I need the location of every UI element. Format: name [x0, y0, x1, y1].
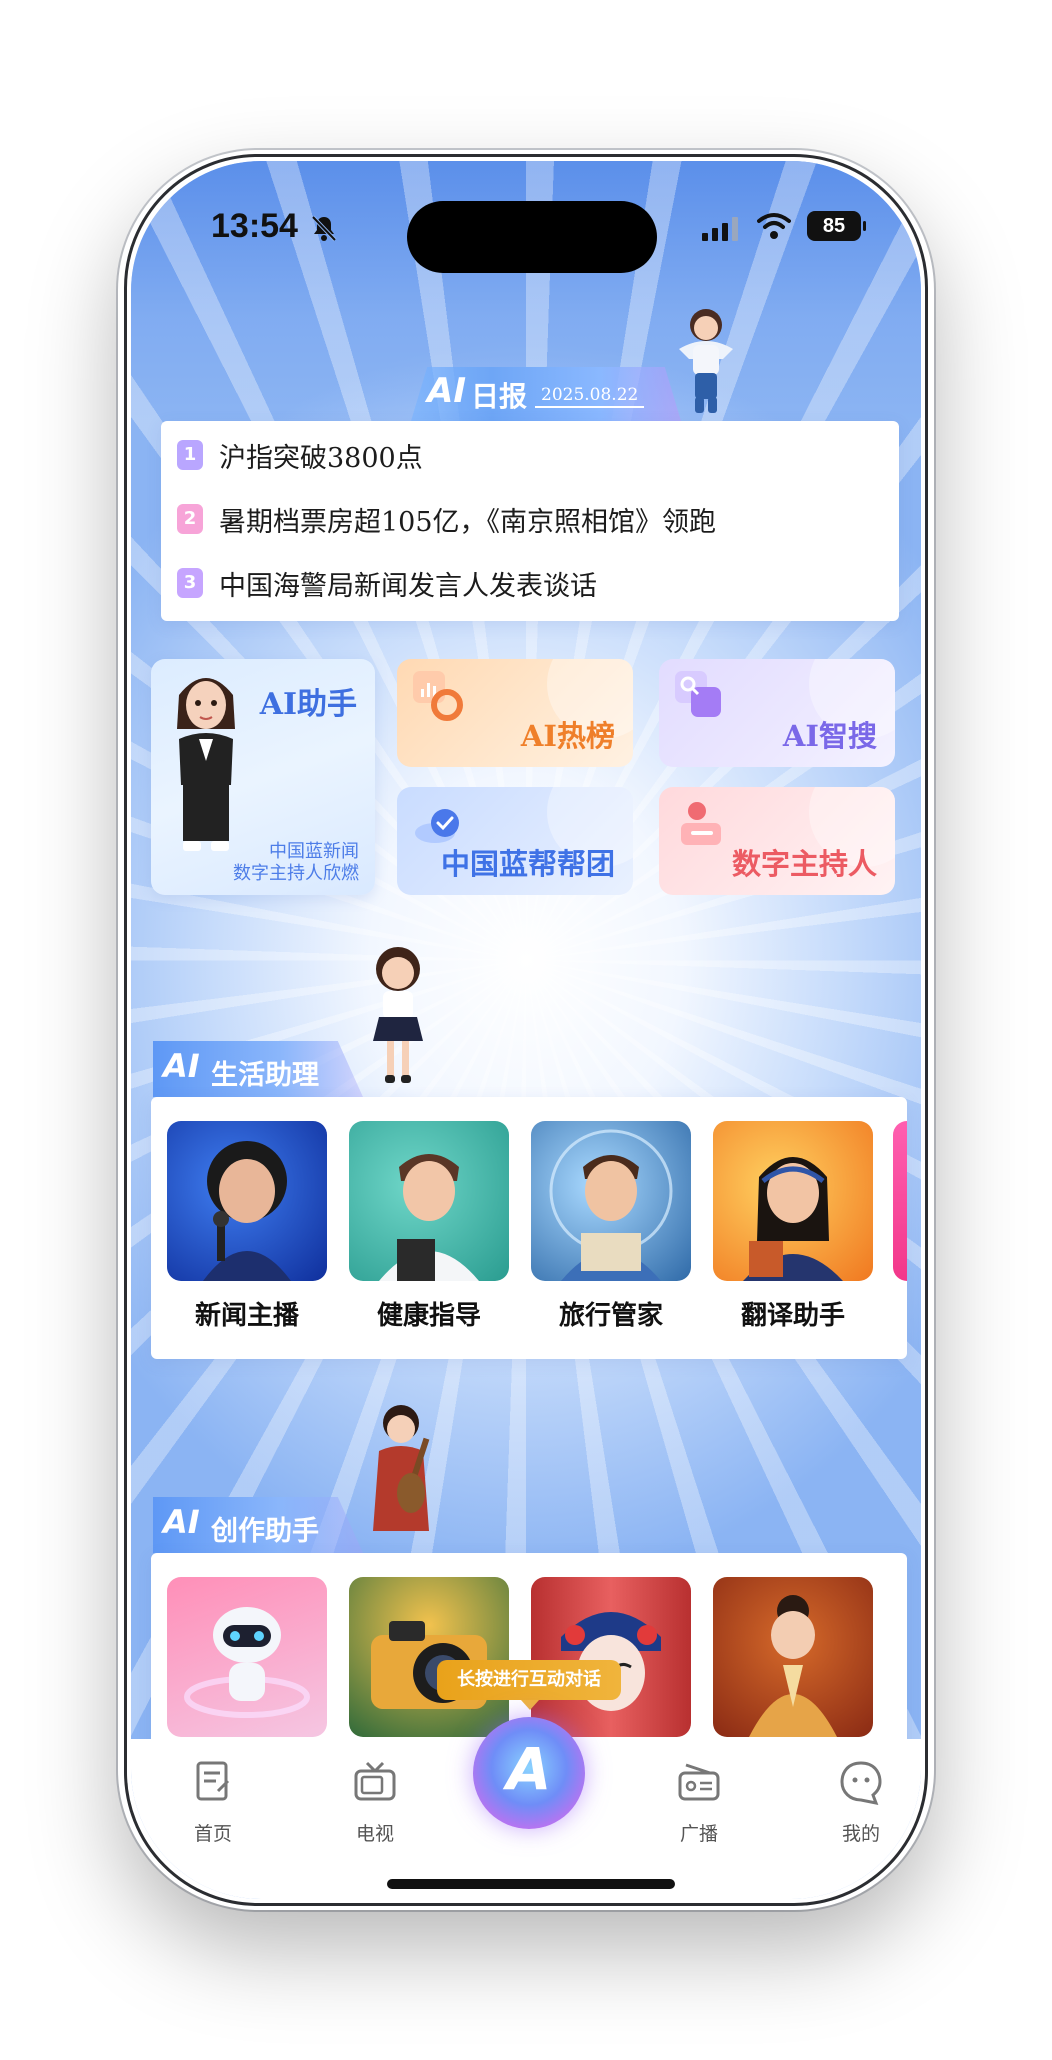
- digital-host-avatar: [177, 678, 235, 851]
- mascot-schoolgirl-illustration: [373, 947, 423, 1083]
- translator-avatar: [713, 1121, 873, 1281]
- tv-icon: [354, 1761, 396, 1801]
- status-time: 13:54: [211, 207, 298, 245]
- phone: 13:54 85 AI 日报 2025.08.22 1 沪指突破3800点 2 …: [124, 154, 928, 1906]
- role-card-health-guide[interactable]: 健康指导: [349, 1121, 509, 1332]
- news-item[interactable]: 1 沪指突破3800点: [177, 435, 423, 475]
- creation-card-robot[interactable]: [167, 1577, 327, 1737]
- digital-host-title: 数字主持人: [731, 847, 877, 881]
- hanfu-illustration: [749, 1595, 837, 1737]
- daily-title: 日报: [471, 380, 528, 413]
- role-label: 旅行管家: [558, 1301, 663, 1331]
- long-press-tooltip: 长按进行互动对话: [437, 1660, 621, 1710]
- ai-hot-list-tile[interactable]: AI热榜: [397, 659, 633, 767]
- tab-label: 电视: [355, 1823, 394, 1845]
- ai-assistant-card[interactable]: AI助手 中国蓝新闻 数字主持人欣燃: [151, 659, 375, 895]
- ai-assistant-subtitle: 中国蓝新闻 数字主持人欣燃: [233, 841, 359, 885]
- role-card-translator[interactable]: 翻译助手: [713, 1121, 873, 1332]
- news-rank-badge: 1: [177, 440, 203, 470]
- ai-chat-center-button[interactable]: A: [473, 1717, 585, 1829]
- user-card-icon: [681, 802, 721, 845]
- ai-chat-mark: A: [506, 1735, 552, 1803]
- profile-face-icon: [840, 1761, 882, 1806]
- life-assistant-panel: 新闻主播 健康指导 旅行管家 翻译助手: [151, 1097, 907, 1359]
- tab-profile[interactable]: 我的: [811, 1757, 911, 1846]
- digital-host-tile[interactable]: 数字主持人: [659, 787, 895, 895]
- news-headline: 沪指突破3800点: [219, 442, 423, 474]
- creation-card-opera[interactable]: [531, 1577, 691, 1737]
- mascot-opera-girl-illustration: [373, 1405, 430, 1531]
- screen: 13:54 85 AI 日报 2025.08.22 1 沪指突破3800点 2 …: [131, 161, 921, 1899]
- ai-assistant-subtitle-line: 中国蓝新闻: [269, 841, 359, 862]
- search-icon: [675, 671, 721, 717]
- mute-bell-icon: [311, 215, 337, 242]
- traveler-illustration: [549, 1129, 673, 1281]
- ai-search-title: AI智搜: [782, 719, 877, 753]
- camera-illustration: [371, 1621, 487, 1709]
- robot-image: [167, 1577, 327, 1737]
- ai-logo: AI: [427, 371, 466, 411]
- ai-logo: AI: [163, 1047, 200, 1085]
- role-card-news-anchor[interactable]: 新闻主播: [167, 1121, 327, 1332]
- travel-butler-avatar: [531, 1121, 691, 1281]
- role-card-peek: [893, 1121, 907, 1281]
- tab-tv[interactable]: 电视: [325, 1757, 425, 1846]
- doctor-illustration: [379, 1154, 479, 1281]
- dynamic-island: [407, 201, 657, 273]
- tab-label: 首页: [193, 1823, 232, 1845]
- wifi-icon: [757, 213, 791, 239]
- news-headline: 暑期档票房超105亿，《南京照相馆》领跑: [219, 506, 717, 538]
- health-guide-avatar: [349, 1121, 509, 1281]
- news-rank-badge: 3: [177, 568, 203, 598]
- cellular-signal-icon: [702, 217, 738, 241]
- news-item[interactable]: 3 中国海警局新闻发言人发表谈话: [177, 563, 597, 603]
- home-indicator[interactable]: [387, 1879, 675, 1889]
- opera-illustration: [561, 1612, 661, 1711]
- ai-search-tile[interactable]: AI智搜: [659, 659, 895, 767]
- hanfu-image: [713, 1577, 873, 1737]
- tab-label: 广播: [679, 1823, 718, 1845]
- news-anchor-avatar: [167, 1121, 327, 1281]
- role-label: 翻译助手: [740, 1301, 845, 1331]
- ai-hot-list-title: AI热榜: [520, 719, 615, 753]
- tab-label: 我的: [841, 1823, 880, 1845]
- help-group-tile[interactable]: 中国蓝帮帮团: [397, 787, 633, 895]
- home-document-icon: [196, 1761, 230, 1801]
- ai-logo: AI: [163, 1503, 200, 1541]
- camera-image: [349, 1577, 509, 1737]
- robot-illustration: [184, 1607, 310, 1718]
- news-anchor-illustration: [203, 1141, 291, 1281]
- life-assistant-title: 生活助理: [211, 1060, 319, 1091]
- news-headline: 中国海警局新闻发言人发表谈话: [219, 570, 597, 602]
- help-group-title: 中国蓝帮帮团: [440, 847, 615, 881]
- status-bar: 13:54 85: [131, 201, 921, 273]
- radio-icon: [678, 1763, 720, 1801]
- role-label: 健康指导: [376, 1301, 481, 1331]
- mascot-girl-illustration: [679, 309, 733, 413]
- daily-news-card: 1 沪指突破3800点 2 暑期档票房超105亿，《南京照相馆》领跑 3 中国海…: [161, 421, 899, 621]
- role-label: 新闻主播: [194, 1301, 299, 1331]
- ai-assistant-title: AI助手: [259, 687, 357, 722]
- role-card-travel-butler[interactable]: 旅行管家: [531, 1121, 691, 1332]
- tab-radio[interactable]: 广播: [649, 1757, 749, 1846]
- chart-donut-icon: [413, 671, 463, 721]
- ai-assistant-subtitle-line: 数字主持人欣燃: [233, 863, 359, 884]
- translator-illustration: [743, 1157, 843, 1281]
- tab-home[interactable]: 首页: [163, 1757, 263, 1846]
- news-rank-badge: 2: [177, 504, 203, 534]
- creation-assistant-title: 创作助手: [211, 1516, 319, 1547]
- daily-date: 2025.08.22: [535, 382, 645, 408]
- battery-indicator: 85: [807, 211, 866, 241]
- news-item[interactable]: 2 暑期档票房超105亿，《南京照相馆》领跑: [177, 499, 716, 539]
- opera-image: [531, 1577, 691, 1737]
- creation-card-camera[interactable]: [349, 1577, 509, 1737]
- creation-card-hanfu[interactable]: [713, 1577, 873, 1737]
